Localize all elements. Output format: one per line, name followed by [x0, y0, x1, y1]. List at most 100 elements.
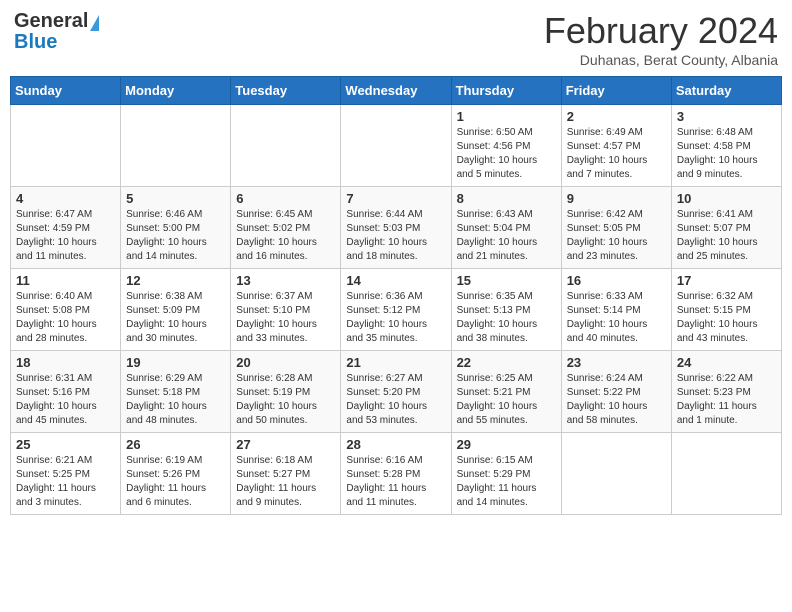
day-info: Sunrise: 6:19 AMSunset: 5:26 PMDaylight:…: [126, 454, 225, 510]
week-row-2: 11 Sunrise: 6:40 AMSunset: 5:08 PMDayligh…: [11, 269, 782, 351]
day-info: Sunrise: 6:36 AMSunset: 5:12 PMDaylight:…: [346, 290, 445, 346]
calendar-cell: 28 Sunrise: 6:16 AMSunset: 5:28 PMDayligh…: [341, 433, 451, 515]
calendar-cell: 3 Sunrise: 6:48 AMSunset: 4:58 PMDaylight…: [671, 105, 781, 187]
calendar-cell: [561, 433, 671, 515]
day-number: 1: [457, 109, 556, 124]
calendar-cell: 4 Sunrise: 6:47 AMSunset: 4:59 PMDaylight…: [11, 187, 121, 269]
day-info: Sunrise: 6:18 AMSunset: 5:27 PMDaylight:…: [236, 454, 335, 510]
day-info: Sunrise: 6:31 AMSunset: 5:16 PMDaylight:…: [16, 372, 115, 428]
day-info: Sunrise: 6:45 AMSunset: 5:02 PMDaylight:…: [236, 208, 335, 264]
day-number: 13: [236, 273, 335, 288]
day-number: 2: [567, 109, 666, 124]
logo-general: General: [14, 10, 88, 33]
day-info: Sunrise: 6:22 AMSunset: 5:23 PMDaylight:…: [677, 372, 776, 428]
day-info: Sunrise: 6:49 AMSunset: 4:57 PMDaylight:…: [567, 126, 666, 182]
day-number: 26: [126, 437, 225, 452]
calendar-cell: 24 Sunrise: 6:22 AMSunset: 5:23 PMDayligh…: [671, 351, 781, 433]
day-number: 5: [126, 191, 225, 206]
calendar-cell: 9Sunrise: 6:42 AMSunset: 5:05 PMDaylight…: [561, 187, 671, 269]
logo: General Blue: [14, 10, 104, 54]
day-info: Sunrise: 6:21 AMSunset: 5:25 PMDaylight:…: [16, 454, 115, 510]
day-number: 29: [457, 437, 556, 452]
weekday-header-friday: Friday: [561, 77, 671, 105]
day-number: 20: [236, 355, 335, 370]
day-info: Sunrise: 6:25 AMSunset: 5:21 PMDaylight:…: [457, 372, 556, 428]
calendar-cell: [671, 433, 781, 515]
calendar-cell: 2 Sunrise: 6:49 AMSunset: 4:57 PMDaylight…: [561, 105, 671, 187]
calendar-cell: 29 Sunrise: 6:15 AMSunset: 5:29 PMDayligh…: [451, 433, 561, 515]
calendar-cell: 15Sunrise: 6:35 AMSunset: 5:13 PMDayligh…: [451, 269, 561, 351]
day-info: Sunrise: 6:29 AMSunset: 5:18 PMDaylight:…: [126, 372, 225, 428]
day-number: 28: [346, 437, 445, 452]
day-info: Sunrise: 6:47 AMSunset: 4:59 PMDaylight:…: [16, 208, 115, 264]
day-number: 22: [457, 355, 556, 370]
weekday-header-monday: Monday: [121, 77, 231, 105]
day-info: Sunrise: 6:28 AMSunset: 5:19 PMDaylight:…: [236, 372, 335, 428]
day-info: Sunrise: 6:44 AMSunset: 5:03 PMDaylight:…: [346, 208, 445, 264]
calendar-cell: 25Sunrise: 6:21 AMSunset: 5:25 PMDayligh…: [11, 433, 121, 515]
calendar-cell: 13 Sunrise: 6:37 AMSunset: 5:10 PMDayligh…: [231, 269, 341, 351]
calendar-cell: 7Sunrise: 6:44 AMSunset: 5:03 PMDaylight…: [341, 187, 451, 269]
month-title: February 2024: [544, 10, 778, 52]
calendar-cell: 20 Sunrise: 6:28 AMSunset: 5:19 PMDayligh…: [231, 351, 341, 433]
day-info: Sunrise: 6:37 AMSunset: 5:10 PMDaylight:…: [236, 290, 335, 346]
day-info: Sunrise: 6:41 AMSunset: 5:07 PMDaylight:…: [677, 208, 776, 264]
calendar-cell: 10 Sunrise: 6:41 AMSunset: 5:07 PMDayligh…: [671, 187, 781, 269]
day-number: 3: [677, 109, 776, 124]
calendar-cell: 8 Sunrise: 6:43 AMSunset: 5:04 PMDaylight…: [451, 187, 561, 269]
weekday-header-saturday: Saturday: [671, 77, 781, 105]
day-info: Sunrise: 6:16 AMSunset: 5:28 PMDaylight:…: [346, 454, 445, 510]
weekday-header-row: SundayMondayTuesdayWednesdayThursdayFrid…: [11, 77, 782, 105]
day-number: 24: [677, 355, 776, 370]
calendar-cell: [231, 105, 341, 187]
day-info: Sunrise: 6:33 AMSunset: 5:14 PMDaylight:…: [567, 290, 666, 346]
day-number: 23: [567, 355, 666, 370]
day-info: Sunrise: 6:42 AMSunset: 5:05 PMDaylight:…: [567, 208, 666, 264]
day-number: 15: [457, 273, 556, 288]
day-number: 11: [16, 273, 115, 288]
title-block: February 2024 Duhanas, Berat County, Alb…: [544, 10, 778, 68]
logo-triangle-icon: [90, 15, 99, 31]
week-row-1: 4 Sunrise: 6:47 AMSunset: 4:59 PMDaylight…: [11, 187, 782, 269]
week-row-0: 1 Sunrise: 6:50 AMSunset: 4:56 PMDaylight…: [11, 105, 782, 187]
day-number: 14: [346, 273, 445, 288]
day-info: Sunrise: 6:48 AMSunset: 4:58 PMDaylight:…: [677, 126, 776, 182]
logo-blue: Blue: [14, 31, 57, 53]
page-header: General Blue February 2024 Duhanas, Bera…: [10, 10, 782, 68]
weekday-header-sunday: Sunday: [11, 77, 121, 105]
weekday-header-wednesday: Wednesday: [341, 77, 451, 105]
calendar-cell: 19 Sunrise: 6:29 AMSunset: 5:18 PMDayligh…: [121, 351, 231, 433]
day-number: 6: [236, 191, 335, 206]
calendar-cell: 17 Sunrise: 6:32 AMSunset: 5:15 PMDayligh…: [671, 269, 781, 351]
calendar-cell: 5 Sunrise: 6:46 AMSunset: 5:00 PMDaylight…: [121, 187, 231, 269]
weekday-header-thursday: Thursday: [451, 77, 561, 105]
day-info: Sunrise: 6:46 AMSunset: 5:00 PMDaylight:…: [126, 208, 225, 264]
day-number: 27: [236, 437, 335, 452]
location: Duhanas, Berat County, Albania: [544, 52, 778, 68]
week-row-4: 25Sunrise: 6:21 AMSunset: 5:25 PMDayligh…: [11, 433, 782, 515]
day-info: Sunrise: 6:15 AMSunset: 5:29 PMDaylight:…: [457, 454, 556, 510]
day-number: 17: [677, 273, 776, 288]
day-number: 21: [346, 355, 445, 370]
calendar-cell: 26 Sunrise: 6:19 AMSunset: 5:26 PMDayligh…: [121, 433, 231, 515]
day-info: Sunrise: 6:24 AMSunset: 5:22 PMDaylight:…: [567, 372, 666, 428]
day-number: 8: [457, 191, 556, 206]
day-number: 10: [677, 191, 776, 206]
calendar-cell: 23 Sunrise: 6:24 AMSunset: 5:22 PMDayligh…: [561, 351, 671, 433]
calendar-cell: 11 Sunrise: 6:40 AMSunset: 5:08 PMDayligh…: [11, 269, 121, 351]
calendar-cell: 22 Sunrise: 6:25 AMSunset: 5:21 PMDayligh…: [451, 351, 561, 433]
day-info: Sunrise: 6:50 AMSunset: 4:56 PMDaylight:…: [457, 126, 556, 182]
day-number: 12: [126, 273, 225, 288]
day-info: Sunrise: 6:38 AMSunset: 5:09 PMDaylight:…: [126, 290, 225, 346]
day-number: 16: [567, 273, 666, 288]
week-row-3: 18Sunrise: 6:31 AMSunset: 5:16 PMDayligh…: [11, 351, 782, 433]
calendar-cell: 16 Sunrise: 6:33 AMSunset: 5:14 PMDayligh…: [561, 269, 671, 351]
calendar-cell: 12 Sunrise: 6:38 AMSunset: 5:09 PMDayligh…: [121, 269, 231, 351]
calendar-cell: 6 Sunrise: 6:45 AMSunset: 5:02 PMDaylight…: [231, 187, 341, 269]
day-info: Sunrise: 6:40 AMSunset: 5:08 PMDaylight:…: [16, 290, 115, 346]
day-info: Sunrise: 6:32 AMSunset: 5:15 PMDaylight:…: [677, 290, 776, 346]
day-number: 4: [16, 191, 115, 206]
calendar-table: SundayMondayTuesdayWednesdayThursdayFrid…: [10, 76, 782, 515]
day-number: 19: [126, 355, 225, 370]
day-info: Sunrise: 6:43 AMSunset: 5:04 PMDaylight:…: [457, 208, 556, 264]
